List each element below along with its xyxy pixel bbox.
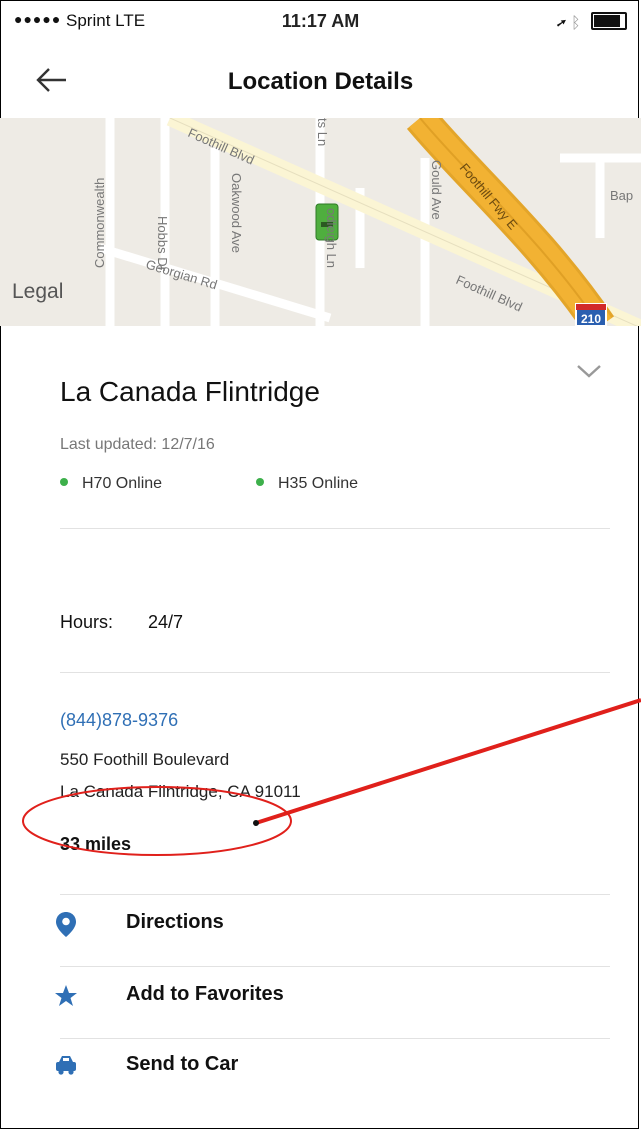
svg-text:ts Ln: ts Ln	[315, 118, 330, 146]
hours-value: 24/7	[148, 612, 184, 632]
directions-label: Directions	[126, 911, 224, 933]
svg-text:Gould Ave: Gould Ave	[429, 160, 444, 220]
last-updated-text: Last updated: 12/7/16	[60, 436, 215, 453]
svg-text:Oakwood Ave: Oakwood Ave	[229, 173, 244, 253]
hours-label: Hours:	[60, 612, 114, 632]
bluetooth-icon: ᛒ	[570, 15, 581, 32]
svg-text:Commonwealth: Commonwealth	[92, 178, 107, 268]
add-to-favorites-label: Add to Favorites	[126, 983, 284, 1005]
address-line-1: 550 Foothill Boulevard	[60, 750, 230, 769]
location-name: La Canada Flintridge	[60, 376, 320, 407]
add-to-favorites-button[interactable]: Add to Favorites	[50, 966, 610, 1026]
chevron-down-icon[interactable]	[574, 360, 604, 382]
map-canvas: Commonwealth Hobbs Dr Oakwood Ave Foothi…	[92, 118, 641, 326]
status-item-h35: H35 Online	[256, 475, 358, 493]
location-services-icon: ➚	[556, 15, 567, 32]
divider	[60, 672, 610, 673]
svg-text:Bap: Bap	[610, 188, 633, 203]
status-label: H35 Online	[278, 475, 359, 492]
status-label: H70 Online	[82, 475, 163, 492]
online-dot-icon	[256, 478, 264, 486]
highway-shield-label: 210	[581, 312, 601, 326]
star-icon	[55, 985, 77, 1006]
car-icon	[56, 1056, 76, 1075]
status-bar: ●●●●● Sprint LTE 11:17 AM ➚ ᛒ	[0, 0, 641, 46]
location-pin-icon	[56, 912, 76, 937]
svg-text:odleigh Ln: odleigh Ln	[324, 208, 339, 268]
address-line-2: La Canada Flintridge, CA 91011	[60, 782, 301, 801]
page-title: Location Details	[227, 68, 414, 95]
battery-icon	[591, 12, 627, 30]
map-view[interactable]: Commonwealth Hobbs Dr Oakwood Ave Foothi…	[0, 118, 641, 326]
send-to-car-label: Send to Car	[126, 1053, 239, 1075]
status-right: ➚ ᛒ	[557, 12, 627, 33]
status-time: 11:17 AM	[281, 11, 360, 31]
nav-bar: Location Details	[0, 46, 641, 118]
online-dot-icon	[60, 478, 68, 486]
send-to-car-button[interactable]: Send to Car	[50, 1036, 610, 1096]
divider	[60, 528, 610, 529]
map-legal-link[interactable]: Legal	[12, 280, 63, 304]
status-item-h70: H70 Online	[60, 475, 162, 493]
svg-text:Georgian Rd: Georgian Rd	[144, 257, 219, 293]
distance-text: 33 miles	[60, 834, 132, 854]
directions-button[interactable]: Directions	[50, 894, 610, 954]
phone-link[interactable]: (844)878-9376	[60, 710, 178, 731]
